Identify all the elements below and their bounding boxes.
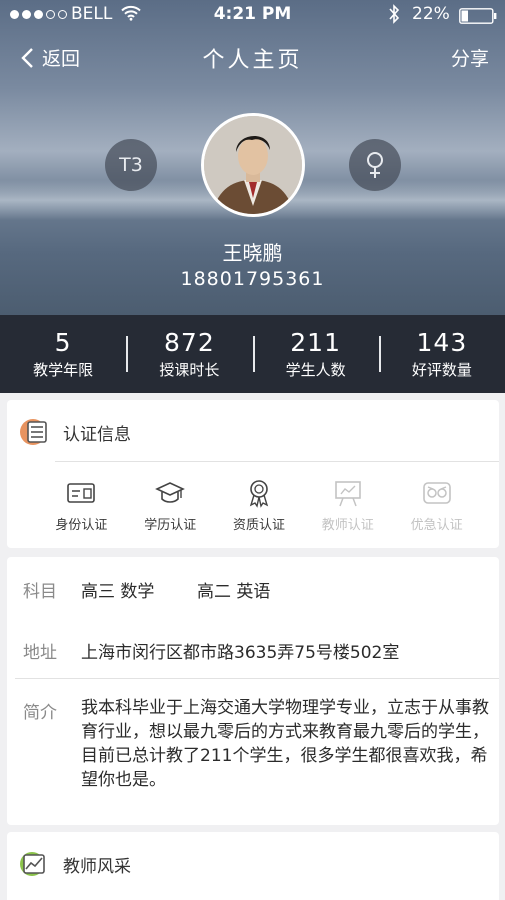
stat-teaching-hours: 872 授课时长 [126, 315, 252, 393]
divider [15, 678, 499, 679]
id-card-icon [67, 483, 96, 503]
stat-value: 211 [290, 328, 341, 357]
level-badge: T3 [105, 139, 157, 191]
avatar[interactable] [201, 113, 305, 217]
blackboard-icon [334, 481, 361, 507]
section-title: 教师风采 [63, 857, 131, 877]
address-label: 地址 [23, 643, 57, 663]
certification-list: 身份认证 学历认证 资质认证 教师认证 优急认证 [37, 478, 481, 533]
teacher-info-card: 科目 高三 数学 高二 英语 地址 上海市闵行区都市路3635弄75号楼502室… [7, 557, 499, 825]
certification-card: 认证信息 身份认证 学历认证 资质认证 教师认证 优急认证 [7, 400, 499, 548]
avatar-portrait-icon [204, 116, 302, 214]
teacher-phone: 18801795361 [180, 268, 325, 290]
stats-bar: 5 教学年限 872 授课时长 211 学生人数 143 好评数量 [0, 315, 505, 393]
certification-header: 认证信息 [7, 400, 499, 462]
cert-identity[interactable]: 身份认证 [37, 478, 126, 533]
stat-label: 好评数量 [411, 361, 472, 379]
cert-priority[interactable]: 优急认证 [392, 478, 481, 533]
graduation-cap-icon [155, 482, 186, 503]
subject-value-2: 高二 英语 [197, 582, 271, 602]
award-medal-icon [249, 480, 269, 508]
section-title: 认证信息 [63, 425, 131, 445]
stat-label: 授课时长 [159, 361, 220, 379]
stat-value: 872 [164, 328, 215, 357]
subject-value-1: 高三 数学 [81, 582, 155, 602]
cert-label: 教师认证 [321, 518, 374, 533]
stat-value: 143 [416, 328, 468, 357]
intro-text: 我本科毕业于上海交通大学物理学专业，立志于从事教育行业，想以最九零后的方式来教育… [81, 698, 489, 790]
stat-label: 学生人数 [285, 361, 346, 379]
list-document-icon [20, 419, 47, 445]
profile-header: BELL 4:21 PM 22% 返回 个人主页 分享 T3 王晓鹏 18801… [0, 0, 505, 315]
cert-label: 优急认证 [410, 518, 463, 533]
teacher-style-card[interactable]: 教师风采 [7, 832, 499, 900]
battery-icon [459, 8, 497, 24]
subject-label: 科目 [23, 582, 57, 602]
cert-education[interactable]: 学历认证 [126, 478, 215, 533]
address-value: 上海市闵行区都市路3635弄75号楼502室 [81, 643, 400, 663]
stat-value: 5 [54, 328, 72, 357]
battery-percent: 22% [412, 4, 450, 24]
cert-teacher[interactable]: 教师认证 [303, 478, 392, 533]
stat-teaching-years: 5 教学年限 [0, 315, 126, 393]
page-title: 个人主页 [202, 48, 303, 73]
teacher-name: 王晓鹏 [222, 241, 283, 265]
cert-label: 学历认证 [144, 518, 197, 533]
female-symbol-icon [367, 152, 383, 178]
cert-label: 资质认证 [232, 518, 285, 533]
bluetooth-icon [389, 4, 400, 24]
picture-chart-icon [20, 852, 45, 876]
intro-label: 简介 [23, 703, 57, 723]
nav-bar: 返回 个人主页 分享 [0, 36, 505, 80]
share-button[interactable]: 分享 [451, 44, 489, 71]
status-bar: BELL 4:21 PM 22% [0, 0, 505, 30]
stat-positive-reviews: 143 好评数量 [378, 315, 505, 393]
divider [55, 461, 499, 462]
owl-icon [422, 482, 451, 504]
gender-badge [349, 139, 401, 191]
stat-label: 教学年限 [33, 361, 94, 379]
cert-qualification[interactable]: 资质认证 [215, 478, 304, 533]
stat-student-count: 211 学生人数 [252, 315, 379, 393]
cert-label: 身份认证 [55, 518, 108, 533]
